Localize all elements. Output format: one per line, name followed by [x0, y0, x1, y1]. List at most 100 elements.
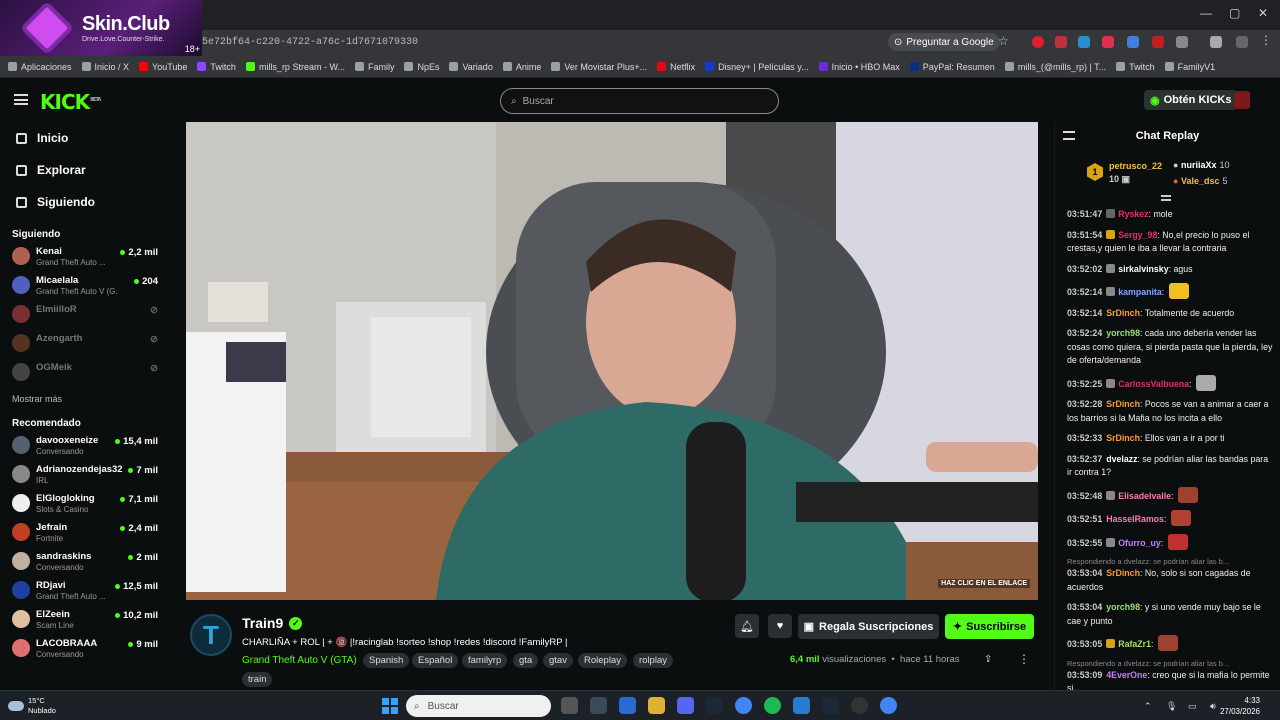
spotify-icon[interactable] — [764, 697, 781, 714]
message-username[interactable]: Ofurro_uy — [1118, 538, 1161, 548]
chat-message[interactable]: 03:52:28 SrDinch: Pocos se van a animar a… — [1067, 398, 1275, 425]
bookmark-item[interactable]: NpEs — [404, 62, 439, 72]
message-username[interactable]: SrDinch — [1106, 399, 1140, 409]
tag-chip[interactable]: gtav — [543, 653, 573, 668]
gifter-entry[interactable]: petrusco_22 — [1109, 161, 1162, 171]
bookmark-item[interactable]: Family — [354, 62, 394, 72]
video-overlay-text[interactable]: HAZ CLIC EN EL ENLACE — [938, 579, 1030, 588]
chat-message[interactable]: 03:52:33 SrDinch: Ellos van a ir a por ti — [1067, 432, 1275, 446]
bookmark-item[interactable]: Ver Movistar Plus+... — [551, 62, 647, 72]
extension-icon[interactable] — [1102, 36, 1114, 48]
chat-message[interactable]: 03:52:25 CarlossValbuena: — [1067, 374, 1275, 392]
url-text[interactable]: 5e72bf64-c220-4722-a76c-1d7671079330 — [202, 37, 418, 48]
subscribe-button[interactable]: ✦ Suscribirse — [945, 614, 1034, 639]
channel-item[interactable]: davooxeneize Conversando 15,4 mil — [0, 432, 170, 461]
chat-message[interactable]: 03:52:24 yorch98: cada uno debería vender… — [1067, 327, 1275, 368]
chat-message[interactable]: 03:52:51 HasselRamos: — [1067, 510, 1275, 527]
profile-icon[interactable] — [1236, 36, 1248, 48]
channel-item[interactable]: Kenai Grand Theft Auto ... 2,2 mil — [0, 243, 170, 272]
bookmark-item[interactable]: Aplicaciones — [8, 62, 72, 72]
channel-item[interactable]: ElGlogloking Slots & Casino 7,1 mil — [0, 490, 170, 519]
tag-chip[interactable]: Español — [412, 653, 459, 668]
message-username[interactable]: Sergy_98 — [1118, 230, 1157, 240]
chat-message[interactable]: 03:52:55 Ofurro_uy: — [1067, 533, 1275, 551]
message-username[interactable]: 4EverOne — [1106, 670, 1147, 680]
message-username[interactable]: Elisadelvalle — [1118, 491, 1171, 501]
gift-subscriptions-button[interactable]: ▣ Regala Suscripciones — [798, 614, 939, 639]
extensions-puzzle-icon[interactable] — [1176, 36, 1188, 48]
message-username[interactable]: kampanita — [1118, 287, 1162, 297]
message-username[interactable]: dvelazz — [1106, 454, 1137, 464]
bookmark-item[interactable]: FamilyV1 — [1164, 62, 1215, 72]
video-player[interactable]: HAZ CLIC EN EL ENLACE — [186, 122, 1038, 600]
channel-item[interactable]: LACOBRAAA Conversando 9 mil — [0, 635, 170, 664]
message-username[interactable]: HasselRamos — [1106, 514, 1164, 524]
system-clock[interactable]: 4:33 27/03/2026 — [1220, 695, 1260, 717]
chat-message[interactable]: 03:52:14 SrDinch: Totalmente de acuerdo — [1067, 307, 1275, 321]
pinned-toggle-icon[interactable] — [1161, 195, 1171, 201]
message-username[interactable]: CarlossValbuena — [1118, 379, 1189, 389]
channel-item[interactable]: Adrianozendejas32 IRL 7 mil — [0, 461, 170, 490]
tag-chip[interactable]: familyrp — [462, 653, 508, 668]
chat-message[interactable]: 03:52:14 kampanita: — [1067, 283, 1275, 300]
extension-icon[interactable] — [1152, 36, 1164, 48]
chat-message[interactable]: 03:52:48 Elisadelvalle: — [1067, 486, 1275, 504]
message-username[interactable]: sirkalvinsky — [1118, 264, 1168, 274]
channel-item[interactable]: ElmiilloR ⊘ — [0, 301, 170, 330]
kick-logo[interactable]: KICKBETA — [40, 90, 101, 114]
app-icon[interactable] — [619, 697, 636, 714]
collapse-chat-icon[interactable] — [1063, 131, 1075, 140]
skinclub-ad[interactable]: Skin.Club Drive.Love.Counter-Strike. 18+ — [0, 0, 202, 56]
channel-name[interactable]: Train9 ✓ — [242, 615, 303, 631]
bookmark-item[interactable]: YouTube — [139, 62, 187, 72]
tray-chevron-icon[interactable]: ⌃ — [1144, 701, 1152, 712]
discord-icon[interactable] — [677, 697, 694, 714]
maximize-icon[interactable]: ▢ — [1229, 6, 1240, 20]
message-username[interactable]: RafaZr1 — [1118, 639, 1151, 649]
steam-icon[interactable] — [706, 697, 723, 714]
channel-avatar[interactable]: T — [190, 614, 232, 656]
get-kicks-button[interactable]: ◉ Obtén KICKs — [1144, 90, 1238, 110]
extension-icon[interactable] — [1078, 36, 1090, 48]
chat-message[interactable]: 03:53:05 RafaZr1: — [1067, 635, 1275, 652]
share-icon[interactable]: ⇪ — [984, 654, 992, 665]
extension-icon[interactable] — [1032, 36, 1044, 48]
stream-category[interactable]: Grand Theft Auto V (GTA) — [242, 655, 357, 666]
chat-message[interactable]: 03:53:04 yorch98: y si uno vende muy bajo… — [1067, 601, 1275, 628]
chrome-icon[interactable] — [735, 697, 752, 714]
message-username[interactable]: SrDinch — [1106, 433, 1140, 443]
chrome-icon[interactable] — [880, 697, 897, 714]
message-username[interactable]: Ryskez — [1118, 209, 1148, 219]
microphone-icon[interactable]: 🎙︎ — [1166, 701, 1177, 712]
bookmark-item[interactable]: Anime — [502, 62, 541, 72]
message-username[interactable]: yorch98 — [1106, 328, 1140, 338]
bookmark-item[interactable]: Netflix — [657, 62, 695, 72]
file-explorer-icon[interactable] — [648, 697, 665, 714]
tag-chip[interactable]: gta — [513, 653, 539, 668]
bookmark-item[interactable]: Twitch — [197, 62, 236, 72]
bookmark-item[interactable]: Inicio • HBO Max — [818, 62, 900, 72]
steam-icon[interactable] — [822, 697, 839, 714]
close-icon[interactable]: ✕ — [1258, 6, 1268, 20]
tag-chip[interactable]: Roleplay — [578, 653, 627, 668]
tag-chip[interactable]: rolplay — [633, 653, 673, 668]
taskbar-search[interactable]: ⌕ Buscar — [406, 695, 551, 717]
nav-item-siguiendo[interactable]: Siguiendo — [0, 186, 170, 218]
bookmark-item[interactable]: Twitch — [1116, 62, 1155, 72]
app-icon[interactable] — [793, 697, 810, 714]
message-username[interactable]: SrDinch — [1106, 568, 1140, 578]
nav-item-inicio[interactable]: Inicio — [0, 122, 170, 154]
minimize-icon[interactable]: — — [1200, 6, 1212, 20]
search-input[interactable]: ⌕ Buscar — [500, 88, 779, 114]
bookmark-item[interactable]: PayPal: Resumen — [909, 62, 995, 72]
bookmark-item[interactable]: Inicio / X — [81, 62, 129, 72]
chat-message[interactable]: 03:51:54 Sergy_98: No,el precio lo puso e… — [1067, 229, 1275, 256]
gifter-entry[interactable]: ● Vale_dsc 5 — [1173, 176, 1228, 186]
notification-bell-icon[interactable]: 🔔︎ — [735, 614, 759, 638]
app-icon[interactable] — [590, 697, 607, 714]
bookmark-item[interactable]: mills_(@mills_rp) | T... — [1004, 62, 1106, 72]
weather-widget[interactable]: 15°C Nublado — [8, 696, 56, 716]
bookmark-item[interactable]: mills_rp Stream - W... — [245, 62, 345, 72]
tab-search-icon[interactable] — [1210, 36, 1222, 48]
channel-item[interactable]: Azengarth ⊘ — [0, 330, 170, 359]
